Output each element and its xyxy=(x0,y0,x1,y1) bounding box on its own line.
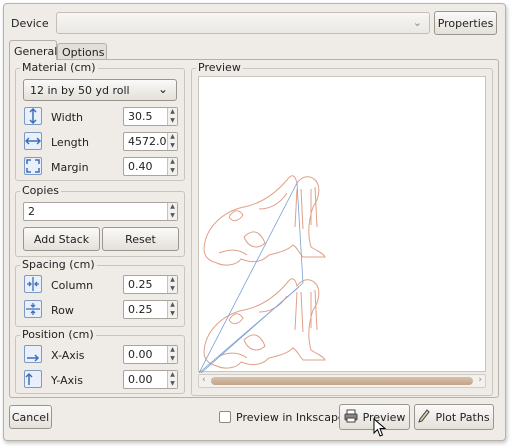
length-spinbox[interactable]: 4572.0 ▲ ▼ xyxy=(123,132,178,151)
column-spacing-icon xyxy=(24,275,42,293)
reset-button[interactable]: Reset xyxy=(102,227,179,251)
spacing-frame: Spacing (cm) Column 0.25 ▲ ▼ Row 0.25 ▲ ▼ xyxy=(15,259,185,327)
tab-options-label: Options xyxy=(62,46,105,59)
margin-value: 0.40 xyxy=(128,160,153,173)
tab-general-label: General xyxy=(14,45,58,58)
width-icon xyxy=(24,107,42,125)
x-axis-spinbox[interactable]: 0.00 ▲ ▼ xyxy=(123,345,178,364)
material-preset-value: 12 in by 50 yd roll xyxy=(30,83,130,97)
printer-icon xyxy=(344,409,358,426)
scrollbar-thumb[interactable] xyxy=(211,377,473,385)
length-icon xyxy=(24,132,42,150)
y-axis-spinbox[interactable]: 0.00 ▲ ▼ xyxy=(123,370,178,389)
row-stepper[interactable]: ▲ ▼ xyxy=(167,301,177,318)
device-label: Device xyxy=(11,17,49,30)
x-axis-label: X-Axis xyxy=(51,349,85,362)
x-axis-value: 0.00 xyxy=(128,348,153,361)
cancel-button-label: Cancel xyxy=(11,410,50,424)
material-title: Material (cm) xyxy=(20,61,98,74)
plot-paths-label: Plot Paths xyxy=(435,410,490,424)
plot-paths-button[interactable]: Plot Paths xyxy=(414,404,494,430)
length-stepper[interactable]: ▲ ▼ xyxy=(167,133,177,150)
y-axis-stepper[interactable]: ▲ ▼ xyxy=(167,371,177,388)
tab-options[interactable]: Options xyxy=(57,43,107,60)
properties-button[interactable]: Properties xyxy=(434,11,497,35)
preview-drawing xyxy=(198,175,326,374)
chevron-down-icon: ⌄ xyxy=(412,16,422,29)
column-stepper[interactable]: ▲ ▼ xyxy=(167,276,177,293)
position-frame: Position (cm) X-Axis 0.00 ▲ ▼ Y-Axis 0.00… xyxy=(15,329,185,394)
x-axis-icon xyxy=(24,345,42,363)
margin-label: Margin xyxy=(51,161,89,174)
margin-spinbox[interactable]: 0.40 ▲ ▼ xyxy=(123,157,178,176)
spacing-title: Spacing (cm) xyxy=(20,258,97,271)
pen-icon xyxy=(418,408,431,426)
reset-label: Reset xyxy=(125,232,156,246)
preview-canvas[interactable] xyxy=(198,76,486,374)
copies-frame: Copies 2 ▲ ▼ Add Stack Reset xyxy=(15,185,185,257)
width-value: 30.5 xyxy=(128,110,153,123)
material-preset-dropdown[interactable]: 12 in by 50 yd roll ⌄ xyxy=(23,79,177,101)
device-combo[interactable]: ⌄ xyxy=(56,12,430,34)
plot-dialog: Device ⌄ Properties General Options Mate… xyxy=(3,3,506,441)
preview-frame: Preview ‹ › xyxy=(191,62,493,396)
preview-inkscape-label[interactable]: Preview in Inkscape xyxy=(236,411,345,424)
preview-title: Preview xyxy=(196,61,243,74)
row-spacing-icon xyxy=(24,300,42,318)
chevron-down-icon: ⌄ xyxy=(157,82,168,96)
x-axis-stepper[interactable]: ▲ ▼ xyxy=(167,346,177,363)
margin-stepper[interactable]: ▲ ▼ xyxy=(167,158,177,175)
column-value: 0.25 xyxy=(128,278,153,291)
width-label: Width xyxy=(51,111,83,124)
copies-title: Copies xyxy=(20,184,61,197)
margin-icon xyxy=(24,157,42,175)
scroll-right-icon[interactable]: › xyxy=(478,375,482,385)
copies-value: 2 xyxy=(28,205,35,218)
material-frame: Material (cm) 12 in by 50 yd roll ⌄ Widt… xyxy=(15,62,185,181)
row-spinbox[interactable]: 0.25 ▲ ▼ xyxy=(123,300,178,319)
preview-inkscape-checkbox[interactable] xyxy=(219,411,231,423)
y-axis-label: Y-Axis xyxy=(51,374,83,387)
length-value: 4572.0 xyxy=(128,135,167,148)
properties-button-label: Properties xyxy=(437,16,494,30)
scroll-left-icon[interactable]: ‹ xyxy=(202,375,206,385)
add-stack-button[interactable]: Add Stack xyxy=(23,227,100,251)
cancel-button[interactable]: Cancel xyxy=(9,405,52,429)
tab-general[interactable]: General xyxy=(9,40,57,60)
row-label: Row xyxy=(51,304,74,317)
length-label: Length xyxy=(51,136,89,149)
copies-stepper[interactable]: ▲ ▼ xyxy=(167,203,177,220)
add-stack-label: Add Stack xyxy=(33,232,90,246)
walrus-path-1 xyxy=(203,175,326,266)
position-title: Position (cm) xyxy=(20,328,96,341)
copies-spinbox[interactable]: 2 ▲ ▼ xyxy=(23,202,178,221)
column-spinbox[interactable]: 0.25 ▲ ▼ xyxy=(123,275,178,294)
width-spinbox[interactable]: 30.5 ▲ ▼ xyxy=(123,107,178,126)
y-axis-icon xyxy=(24,370,42,388)
width-stepper[interactable]: ▲ ▼ xyxy=(167,108,177,125)
row-value: 0.25 xyxy=(128,303,153,316)
y-axis-value: 0.00 xyxy=(128,373,153,386)
preview-scrollbar[interactable]: ‹ › xyxy=(198,374,486,388)
travel-path xyxy=(198,181,304,374)
mouse-cursor-icon xyxy=(373,418,387,437)
column-label: Column xyxy=(51,279,94,292)
